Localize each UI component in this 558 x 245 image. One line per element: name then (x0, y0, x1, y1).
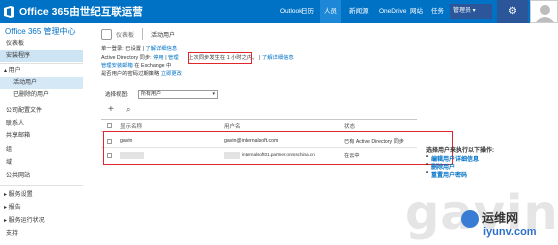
change-now-link[interactable]: 立即更改 (161, 71, 182, 77)
sidebar: 仪表板 安装程序 ▴ 用户 活动用户 已删除的用户 公司配置文件 联系人 共享邮… (0, 38, 83, 245)
password-policy-text: 是否用户的密码过期策略 (101, 71, 160, 77)
brand-title: Office 365由世纪互联运营 (19, 6, 143, 18)
password-policy-info: 是否用户的密码过期策略 立即更改 (101, 71, 182, 77)
sidebar-item-company-profile[interactable]: 公司配置文件 (0, 105, 83, 117)
dashboard-icon (101, 28, 112, 40)
sidebar-divider (0, 63, 83, 64)
sidebar-item-reports[interactable]: ▸ 报告 (0, 202, 83, 214)
ad-sync-label: Active Directory 同步: (101, 55, 152, 61)
col-user-name[interactable]: 用户名 (224, 122, 241, 130)
gear-icon: ⚙ (508, 6, 517, 17)
sidebar-item-contacts[interactable]: 联系人 (0, 118, 83, 130)
exchange-text: 在 Exchange 中 (134, 63, 172, 69)
view-select[interactable]: 所有用户 ▾ (138, 90, 218, 99)
nav-sites[interactable]: 网站 (410, 0, 423, 23)
table-top-border (101, 119, 417, 120)
nav-calendar[interactable]: 日历 (301, 0, 314, 23)
sidebar-item-shared-mailboxes[interactable]: 共享邮箱 (0, 130, 83, 142)
nav-tasks[interactable]: 任务 (431, 0, 444, 23)
last-sync-highlight (188, 52, 252, 64)
sidebar-item-public-website[interactable]: 公共网站 (0, 170, 83, 182)
exchange-mailbox-info: 管理安装邮箱 在 Exchange 中 (101, 63, 171, 69)
view-select-value: 所有用户 (141, 91, 162, 97)
sidebar-item-dashboard[interactable]: 仪表板 (0, 38, 83, 50)
select-all-checkbox[interactable] (107, 123, 112, 128)
avatar[interactable] (530, 0, 558, 23)
nav-onedrive[interactable]: OneDrive (379, 0, 406, 23)
nav-outlook[interactable]: Outlook (280, 0, 302, 23)
sidebar-item-deleted-users[interactable]: 已删除的用户 (0, 89, 83, 101)
ad-sync-deactivate-link[interactable]: 停用 (153, 55, 164, 61)
sso-status: 单一登录: 已设置 | 了解详细信息 (101, 46, 178, 52)
brand[interactable]: Office 365由世纪互联运营 (2, 3, 143, 20)
view-label: 选择视图: (105, 92, 129, 98)
add-user-button[interactable]: + (108, 104, 114, 116)
ad-sync-manage-link[interactable]: 管理 (168, 55, 179, 61)
search-button[interactable]: ⌕ (126, 104, 130, 116)
sidebar-item-support[interactable]: 支持 (0, 228, 83, 240)
page-title: 活动用户 (151, 32, 176, 39)
col-display-name[interactable]: 显示名称 (120, 122, 142, 130)
ad-sync-learn-more-link[interactable]: 了解详细信息 (262, 55, 294, 61)
sso-learn-more-link[interactable]: 了解详细信息 (145, 46, 177, 52)
manage-mailbox-link[interactable]: 管理安装邮箱 (101, 63, 133, 69)
admin-center-title: Office 365 管理中心 (5, 27, 76, 36)
logo-url-text: iyunv.com (483, 226, 537, 238)
col-status[interactable]: 状态 (344, 122, 355, 130)
chevron-down-icon: ▾ (212, 91, 215, 97)
sso-label: 单一登录: (101, 46, 124, 52)
breadcrumb-dashboard[interactable]: 仪表板 (116, 30, 134, 39)
sidebar-divider (0, 185, 83, 186)
sidebar-item-groups[interactable]: 组 (0, 144, 83, 156)
page-header: 仪表板 活动用户 (101, 27, 175, 41)
office-logo-icon (4, 5, 14, 18)
sidebar-item-setup[interactable]: 安装程序 (0, 50, 83, 62)
sidebar-item-domains[interactable]: 域 (0, 157, 83, 169)
reset-password-link[interactable]: 重置用户密码 (426, 170, 467, 179)
header-divider (142, 28, 144, 40)
nav-newsfeed[interactable]: 新闻源 (349, 0, 369, 23)
sidebar-item-active-users[interactable]: 活动用户 (0, 77, 83, 89)
detail-title: 选择用户来执行以下操作: (426, 148, 494, 154)
sso-status-value: 已设置 (125, 46, 142, 52)
user-menu[interactable]: 管理员 ▾ (450, 4, 492, 19)
logo-main-text: 运维网 (482, 211, 519, 225)
search-icon: ⌕ (126, 105, 131, 114)
users-highlight (103, 131, 453, 165)
person-icon (536, 5, 554, 22)
nav-people[interactable]: 人员 (320, 0, 341, 23)
sidebar-item-users[interactable]: ▴ 用户 (0, 65, 83, 77)
sidebar-item-service-settings[interactable]: ▸ 服务设置 (0, 189, 83, 201)
admin-menu-button[interactable]: ⚙ (497, 0, 528, 23)
iyunv-logo-icon (461, 210, 479, 228)
sidebar-item-service-health[interactable]: ▸ 服务运行状况 (0, 215, 83, 227)
plus-icon: + (108, 104, 114, 115)
top-bar: Office 365由世纪互联运营 Outlook 日历 人员 新闻源 OneD… (0, 0, 558, 23)
